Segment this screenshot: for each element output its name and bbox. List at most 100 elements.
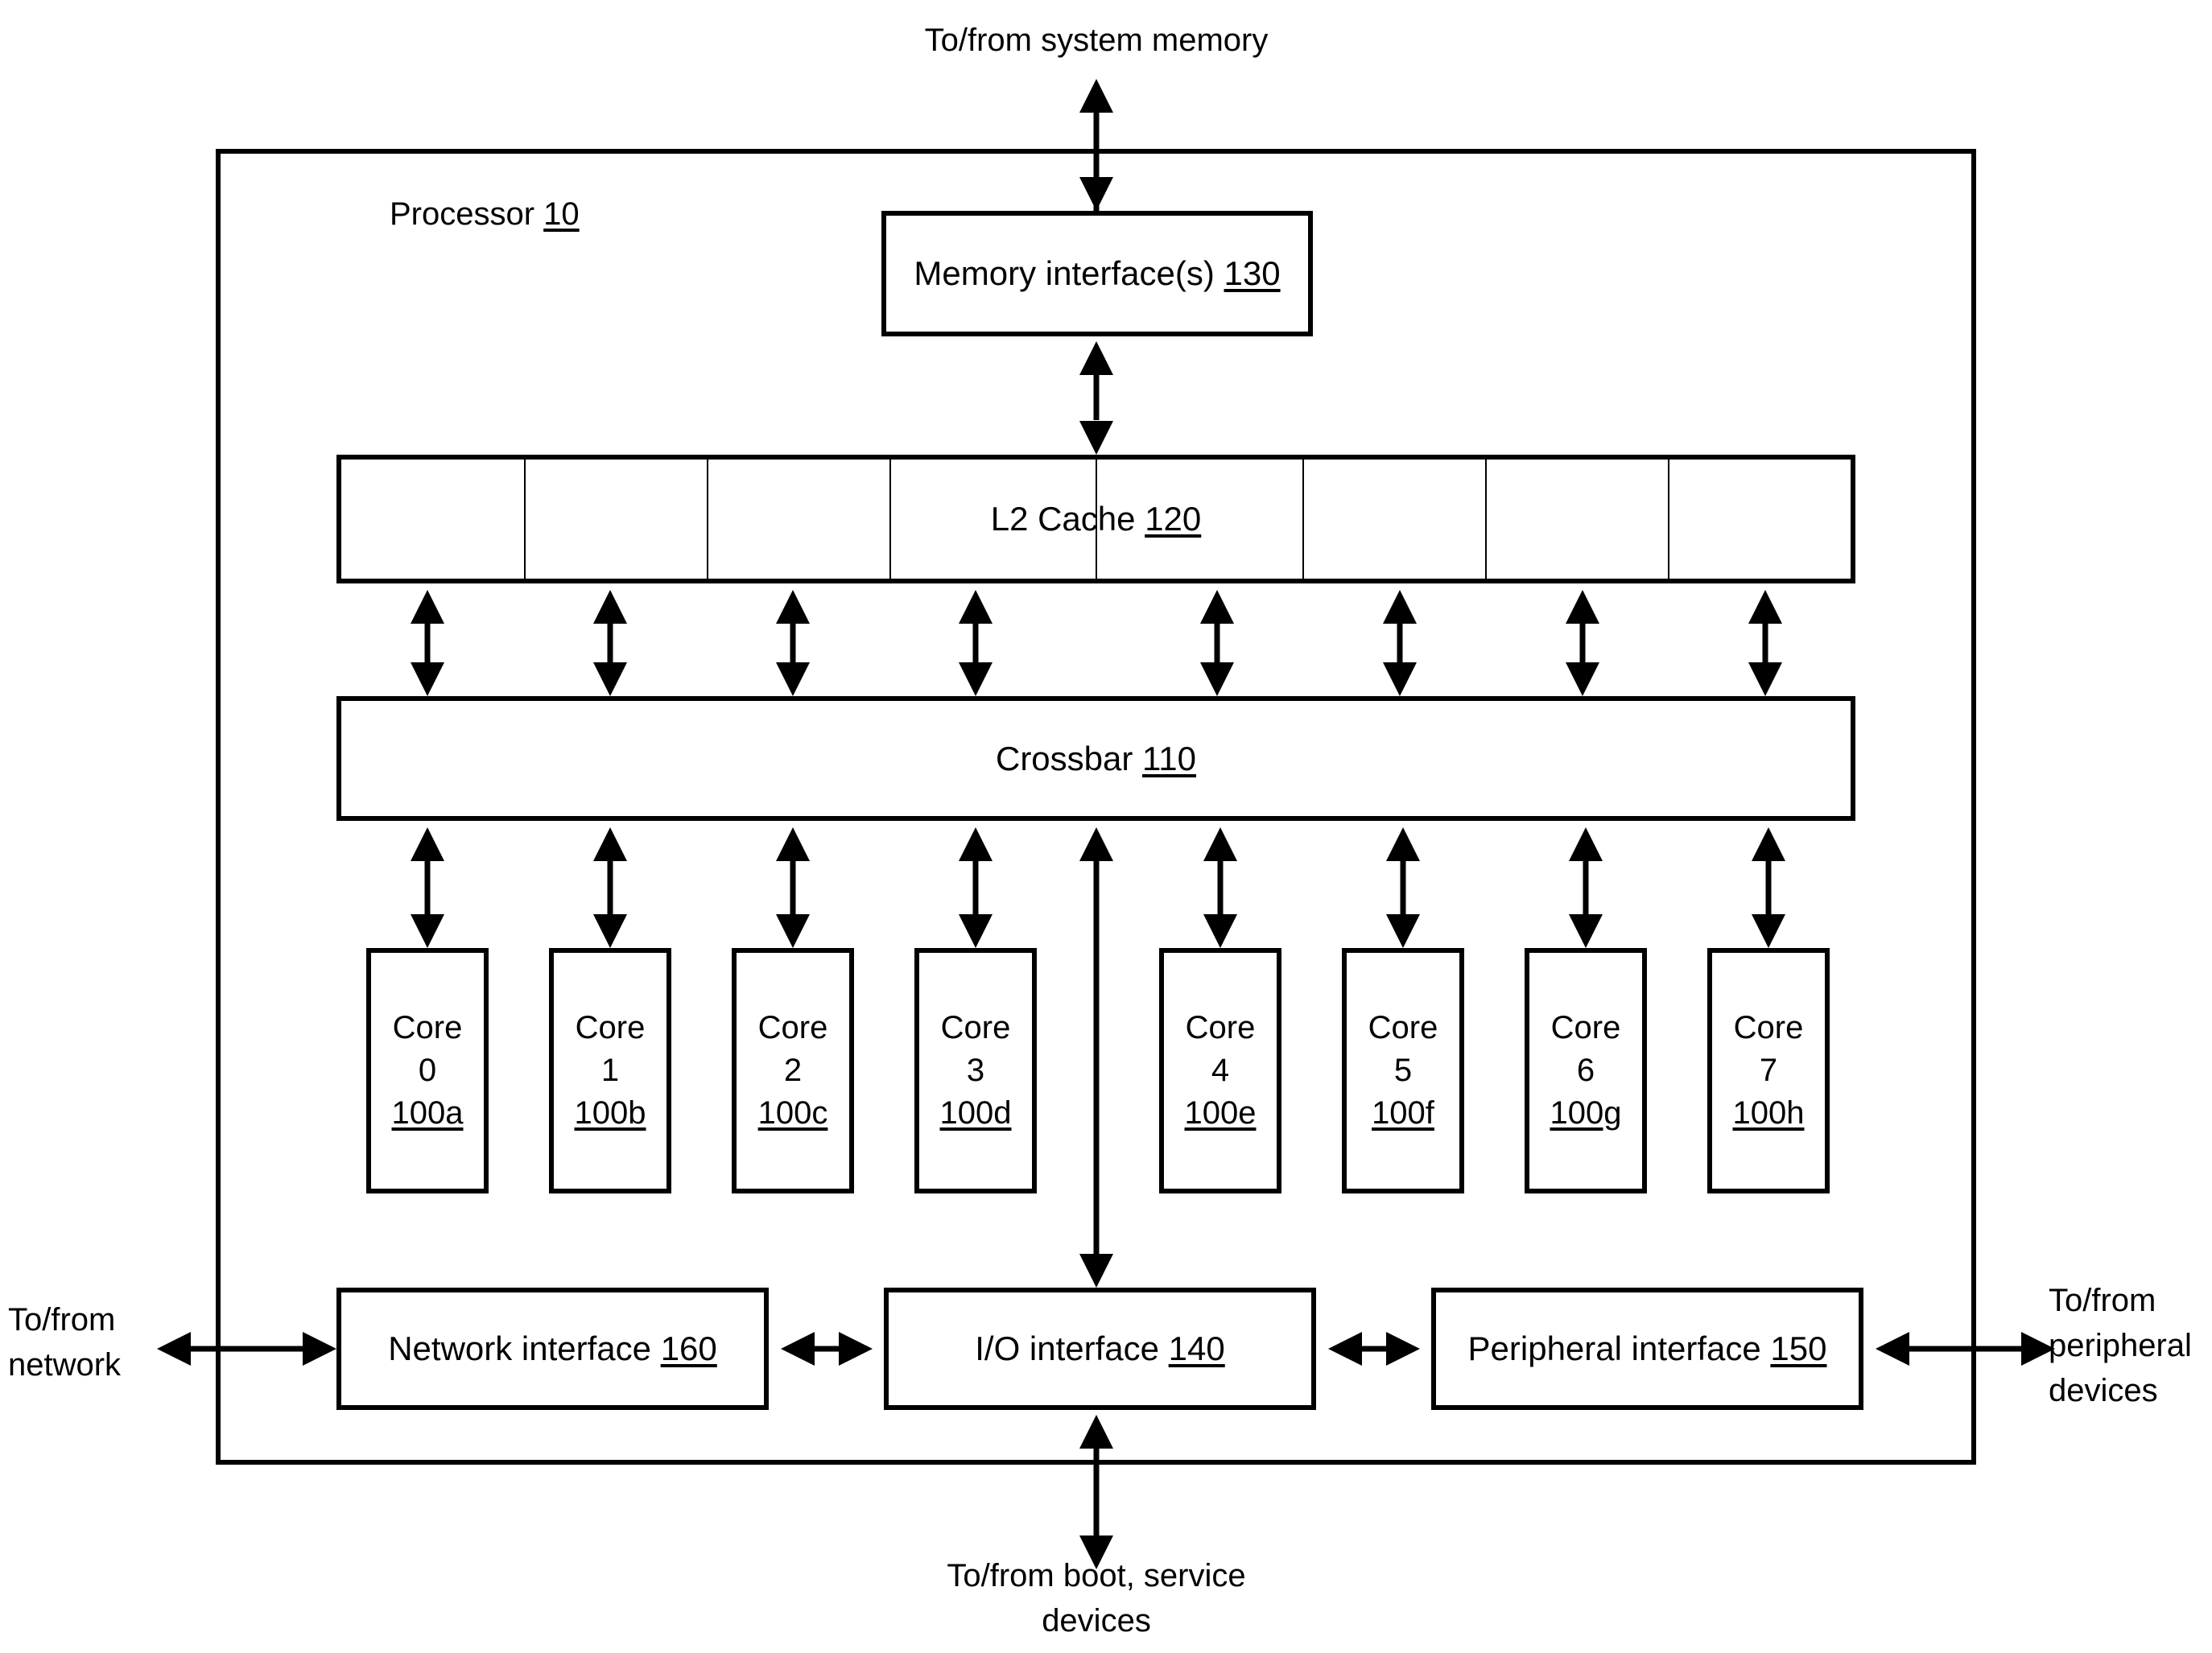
arrowhead-up-l2-crossbar-5 xyxy=(1383,590,1417,624)
core-1-ref: 100b xyxy=(574,1094,646,1131)
arrow-shaft-crossbar-core-7 xyxy=(1765,861,1772,914)
arrowhead-left-network xyxy=(157,1332,191,1366)
core-5-name: Core xyxy=(1368,1010,1438,1046)
arrow-shaft-network xyxy=(191,1346,305,1352)
arrowhead-right-io-peri xyxy=(1386,1332,1420,1366)
arrowhead-down-crossbar-io xyxy=(1079,1254,1113,1288)
core-3-name: Core xyxy=(940,1010,1011,1046)
core-block-4[interactable]: Core 4 100e xyxy=(1159,948,1281,1193)
arrowhead-left-peripheral xyxy=(1876,1332,1909,1366)
arrowhead-up-l2-crossbar-0 xyxy=(411,590,444,624)
arrowhead-down-l2-crossbar-0 xyxy=(411,662,444,696)
arrow-shaft-crossbar-core-0 xyxy=(424,861,431,914)
arrowhead-right-ni-io xyxy=(839,1332,873,1366)
core-block-1[interactable]: Core 1 100b xyxy=(549,948,671,1193)
arrowhead-up-crossbar-core-4 xyxy=(1203,827,1237,861)
peripheral-interface-ref: 150 xyxy=(1770,1329,1827,1368)
l2-cache-block[interactable]: L2 Cache 120 xyxy=(336,455,1855,583)
arrow-shaft-l2-crossbar-1 xyxy=(607,624,613,662)
arrowhead-down-l2-crossbar-3 xyxy=(959,662,993,696)
core-0-index: 0 xyxy=(418,1053,437,1089)
core-1-name: Core xyxy=(575,1010,646,1046)
core-2-index: 2 xyxy=(783,1053,803,1089)
processor-label-ref: 10 xyxy=(543,196,580,232)
core-7-name: Core xyxy=(1733,1010,1804,1046)
io-interface-text: I/O interface xyxy=(975,1329,1169,1368)
crossbar-block[interactable]: Crossbar 110 xyxy=(336,696,1855,821)
arrow-shaft-l2-crossbar-6 xyxy=(1579,624,1586,662)
arrow-shaft-l2-crossbar-0 xyxy=(424,624,431,662)
core-0-name: Core xyxy=(392,1010,463,1046)
arrow-shaft-peripheral xyxy=(1909,1346,2024,1352)
arrowhead-down-crossbar-core-0 xyxy=(411,914,444,948)
arrowhead-down-l2-crossbar-6 xyxy=(1566,662,1599,696)
core-2-name: Core xyxy=(757,1010,828,1046)
core-block-0[interactable]: Core 0 100a xyxy=(366,948,489,1193)
core-block-5[interactable]: Core 5 100f xyxy=(1342,948,1464,1193)
io-interface-block[interactable]: I/O interface 140 xyxy=(884,1288,1316,1410)
io-interface-ref: 140 xyxy=(1168,1329,1225,1368)
core-3-ref: 100d xyxy=(939,1094,1012,1131)
l2-bank-divider xyxy=(889,460,891,579)
l2-cache-ref: 120 xyxy=(1145,500,1202,538)
core-6-label: Core 6 100g xyxy=(1550,1007,1622,1134)
arrowhead-up-l2-crossbar-3 xyxy=(959,590,993,624)
arrowhead-down-crossbar-core-5 xyxy=(1386,914,1420,948)
core-3-index: 3 xyxy=(966,1053,985,1089)
core-7-index: 7 xyxy=(1759,1053,1778,1089)
core-3-label: Core 3 100d xyxy=(940,1007,1012,1134)
core-5-label: Core 5 100f xyxy=(1368,1007,1438,1134)
arrowhead-up-l2-crossbar-7 xyxy=(1748,590,1782,624)
arrowhead-up-mem-to-l2 xyxy=(1079,341,1113,375)
network-interface-ref: 160 xyxy=(660,1329,717,1368)
arrowhead-up-crossbar-core-2 xyxy=(776,827,810,861)
arrow-shaft-io-peri xyxy=(1362,1346,1386,1352)
arrowhead-left-ni-io xyxy=(781,1332,815,1366)
l2-bank-divider xyxy=(1096,460,1097,579)
label-to-from-network: To/from network xyxy=(8,1302,122,1383)
core-6-index: 6 xyxy=(1576,1053,1595,1089)
arrow-shaft-ni-io xyxy=(815,1346,839,1352)
arrowhead-up-l2-crossbar-2 xyxy=(776,590,810,624)
arrowhead-down-l2-crossbar-2 xyxy=(776,662,810,696)
l2-bank-divider xyxy=(1668,460,1669,579)
l2-bank-divider xyxy=(1302,460,1304,579)
arrow-shaft-l2-crossbar-7 xyxy=(1762,624,1768,662)
core-block-3[interactable]: Core 3 100d xyxy=(914,948,1037,1193)
arrowhead-up-l2-crossbar-4 xyxy=(1200,590,1234,624)
core-1-index: 1 xyxy=(600,1053,620,1089)
l2-bank-divider xyxy=(707,460,708,579)
crossbar-text: Crossbar xyxy=(995,739,1143,777)
network-interface-block[interactable]: Network interface 160 xyxy=(336,1288,769,1410)
core-block-6[interactable]: Core 6 100g xyxy=(1525,948,1647,1193)
arrow-shaft-boot-service xyxy=(1093,1449,1100,1536)
core-0-ref: 100a xyxy=(391,1094,464,1131)
peripheral-interface-block[interactable]: Peripheral interface 150 xyxy=(1431,1288,1863,1410)
core-4-name: Core xyxy=(1185,1010,1256,1046)
arrow-shaft-crossbar-core-5 xyxy=(1400,861,1406,914)
l2-bank-divider xyxy=(1485,460,1487,579)
arrowhead-down-crossbar-core-2 xyxy=(776,914,810,948)
arrowhead-up-system-memory xyxy=(1079,79,1113,113)
core-block-2[interactable]: Core 2 100c xyxy=(732,948,854,1193)
arrowhead-down-l2-crossbar-7 xyxy=(1748,662,1782,696)
core-block-7[interactable]: Core 7 100h xyxy=(1707,948,1830,1193)
l2-cache-text: L2 Cache xyxy=(990,500,1145,538)
label-to-from-system-memory: To/from system memory xyxy=(924,23,1269,58)
arrowhead-down-system-memory xyxy=(1079,177,1113,211)
core-2-ref: 100c xyxy=(757,1094,828,1131)
arrowhead-down-l2-crossbar-4 xyxy=(1200,662,1234,696)
label-to-from-peripheral-devices: To/from peripheral devices xyxy=(2049,1283,2192,1408)
arrowhead-down-l2-crossbar-5 xyxy=(1383,662,1417,696)
memory-interface-text: Memory interface(s) xyxy=(914,254,1224,293)
core-2-label: Core 2 100c xyxy=(758,1007,828,1134)
arrow-shaft-mem-to-l2 xyxy=(1093,375,1100,420)
network-interface-label: Network interface 160 xyxy=(388,1328,717,1369)
arrowhead-up-l2-crossbar-6 xyxy=(1566,590,1599,624)
memory-interface-block[interactable]: Memory interface(s) 130 xyxy=(881,211,1313,336)
arrowhead-up-crossbar-core-1 xyxy=(593,827,627,861)
arrowhead-down-crossbar-core-6 xyxy=(1569,914,1603,948)
arrow-shaft-crossbar-core-1 xyxy=(607,861,613,914)
arrowhead-right-network xyxy=(303,1332,336,1366)
processor-label: Processor 10 xyxy=(390,192,728,237)
